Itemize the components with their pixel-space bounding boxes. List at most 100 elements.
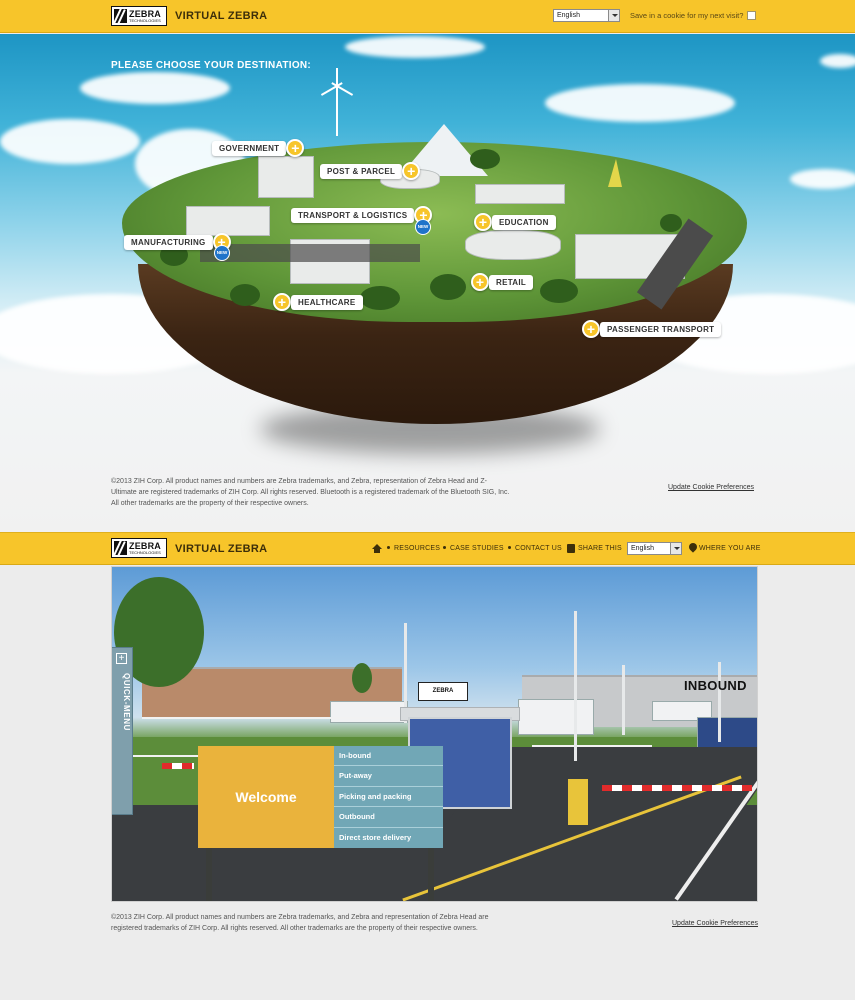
building (186, 206, 270, 236)
hotspot-healthcare[interactable]: + HEALTHCARE (273, 293, 363, 311)
hotspot-label: RETAIL (489, 274, 534, 290)
cloud (545, 84, 735, 122)
zebra-head-icon (114, 9, 127, 23)
hotspot-label: EDUCATION (492, 214, 556, 230)
plus-icon: + (402, 162, 421, 180)
quick-menu-tab[interactable]: + QUICK-MENU (112, 647, 133, 815)
tree (360, 286, 400, 310)
hotspot-label: POST & PARCEL (320, 163, 403, 179)
language-select[interactable]: English (627, 542, 682, 555)
nav-case-studies[interactable]: CASE STUDIES (443, 545, 504, 552)
new-badge: NEW (214, 245, 230, 261)
language-select[interactable]: English (553, 9, 620, 22)
home-icon[interactable] (372, 544, 382, 553)
legal-text: ©2013 ZIH Corp. All product names and nu… (111, 478, 510, 507)
menu-item-inbound[interactable]: In-bound (334, 746, 443, 767)
cookie-label: Save in a cookie for my next visit? (630, 11, 744, 20)
cookie-checkbox[interactable] (747, 11, 756, 20)
hotspot-education[interactable]: + EDUCATION (474, 213, 556, 231)
tree (430, 274, 466, 300)
location-pin-icon[interactable] (687, 541, 699, 553)
plus-icon: + (471, 273, 489, 291)
cloud (80, 72, 230, 104)
warehouse-scene[interactable]: ZEBRA INBOUND + QUICK-MENU Welcome In-bo… (111, 566, 758, 902)
truck (330, 701, 408, 723)
turbine-blade (336, 68, 338, 92)
menu-item-put-away[interactable]: Put-away (334, 766, 443, 787)
cookie-preferences-link[interactable]: Update Cookie Preferences (672, 920, 758, 927)
road (200, 244, 420, 262)
fence (532, 745, 652, 747)
signpost (428, 848, 434, 901)
plus-icon: + (273, 293, 291, 311)
chevron-down-icon (608, 10, 619, 21)
new-badge: NEW (415, 219, 431, 235)
turbine-blade (331, 82, 354, 96)
hotspot-government[interactable]: GOVERNMENT + (212, 139, 305, 157)
language-select-value: English (557, 12, 580, 19)
plus-icon: + (474, 213, 492, 231)
hotspot-post-parcel[interactable]: POST & PARCEL + (320, 162, 421, 180)
zebra-logo[interactable]: ZEBRA TECHNOLOGIES (111, 538, 167, 558)
hotspot-label: PASSENGER TRANSPORT (600, 321, 722, 337)
cookie-preferences-link[interactable]: Update Cookie Preferences (668, 484, 754, 491)
sailboat (608, 159, 622, 187)
tree (540, 279, 578, 303)
menu-item-direct-store-delivery[interactable]: Direct store delivery (334, 828, 443, 848)
hotspot-transport-logistics[interactable]: TRANSPORT & LOGISTICS + (291, 206, 433, 224)
tree (352, 663, 372, 693)
wind-turbine-icon (336, 86, 338, 136)
hotspot-label: MANUFACTURING (124, 234, 213, 250)
fence (142, 717, 402, 719)
street-lamp (574, 611, 577, 761)
logo-subtext: TECHNOLOGIES (129, 549, 161, 555)
hero-heading: PLEASE CHOOSE YOUR DESTINATION: (111, 60, 312, 71)
zebra-sign: ZEBRA (418, 682, 468, 701)
street-lamp (718, 662, 721, 742)
gate-barrier (602, 785, 752, 791)
nav-contact-us[interactable]: CONTACT US (508, 545, 562, 552)
gate-barrier (162, 763, 194, 769)
share-icon[interactable] (567, 544, 575, 553)
nav-resources[interactable]: RESOURCES (387, 545, 440, 552)
chevron-down-icon (670, 543, 681, 554)
quick-menu-label: QUICK-MENU (122, 673, 131, 731)
menu-item-picking-packing[interactable]: Picking and packing (334, 787, 443, 808)
cloud (790, 169, 855, 189)
plus-icon: + (286, 139, 305, 157)
cloud (820, 54, 855, 68)
plus-icon: + (582, 320, 600, 338)
hotspot-label: TRANSPORT & LOGISTICS (291, 207, 415, 223)
stadium (465, 230, 561, 260)
language-select-value: English (631, 545, 654, 552)
tree (470, 149, 500, 169)
welcome-panel: Welcome (198, 746, 334, 848)
menu-item-outbound[interactable]: Outbound (334, 807, 443, 828)
truck (518, 699, 594, 735)
building (475, 184, 565, 204)
tree (660, 214, 682, 232)
plus-icon: + (116, 653, 127, 664)
hotspot-label: HEALTHCARE (291, 294, 363, 310)
building (258, 156, 314, 198)
site-title: VIRTUAL ZEBRA (175, 543, 268, 555)
nav-share-this[interactable]: SHARE THIS (578, 545, 622, 552)
top-header: ZEBRA TECHNOLOGIES VIRTUAL ZEBRA English… (0, 0, 855, 33)
hotspot-passenger-transport[interactable]: + PASSENGER TRANSPORT (582, 320, 722, 338)
hotspot-label: GOVERNMENT (212, 140, 287, 156)
signpost (206, 848, 212, 901)
scene-menu: In-bound Put-away Picking and packing Ou… (334, 746, 443, 848)
cloud (0, 119, 140, 164)
hero-island: PLEASE CHOOSE YOUR DESTINATION: GOVERNME… (0, 34, 855, 532)
zebra-logo[interactable]: ZEBRA TECHNOLOGIES (111, 6, 167, 26)
zebra-head-icon (114, 541, 127, 555)
cloud (345, 36, 485, 58)
nav-where-you-are[interactable]: WHERE YOU ARE (699, 545, 761, 552)
hotspot-retail[interactable]: + RETAIL (471, 273, 534, 291)
logo-subtext: TECHNOLOGIES (129, 17, 161, 23)
tree (230, 284, 260, 306)
area-label: INBOUND (684, 678, 747, 693)
legal-text: ©2013 ZIH Corp. All product names and nu… (111, 914, 489, 932)
site-title: VIRTUAL ZEBRA (175, 10, 268, 22)
app-header: ZEBRA TECHNOLOGIES VIRTUAL ZEBRA RESOURC… (0, 532, 855, 565)
